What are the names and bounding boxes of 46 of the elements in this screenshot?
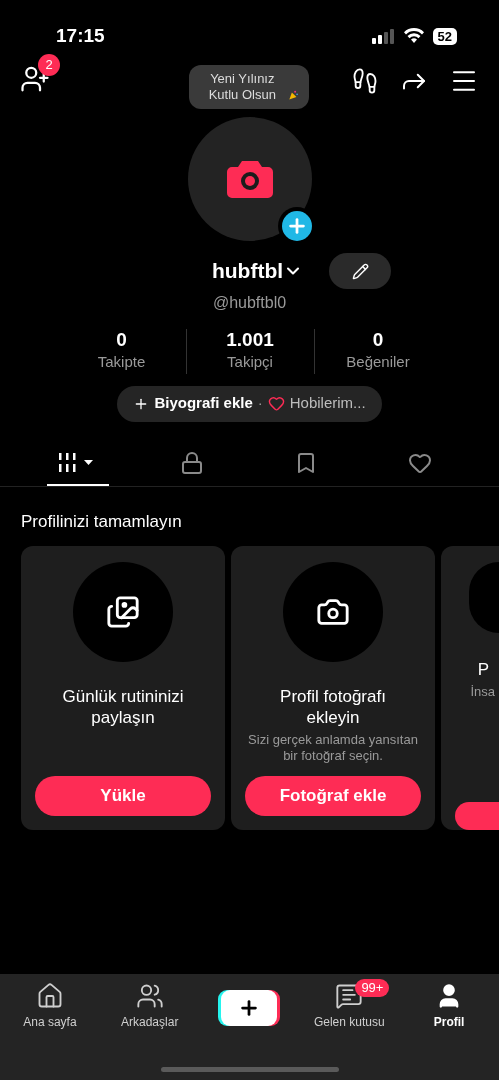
nav-item[interactable]: Arkadaşlar — [99, 982, 200, 1031]
footprints-icon[interactable] — [351, 67, 379, 95]
profile-handle: @hubftbl0 — [211, 293, 288, 313]
notification-badge: 99+ — [355, 979, 390, 997]
camera-icon — [225, 159, 274, 199]
stat-value: 0 — [372, 329, 384, 351]
nav-label: Profil — [433, 1014, 465, 1031]
nav-label: Arkadaşlar — [121, 1014, 179, 1031]
heart-icon — [267, 395, 285, 412]
lock-icon — [180, 450, 204, 475]
bio-button[interactable]: Biyografi ekle · Hobilerim... — [117, 385, 382, 422]
separator-dot: · — [257, 393, 263, 414]
add-bio-label: Biyografi ekle — [154, 393, 253, 414]
create-button[interactable] — [221, 990, 278, 1026]
nav-item[interactable]: Profil — [399, 982, 499, 1031]
card-title: Profil fotoğrafı ekleyin — [279, 686, 387, 728]
status-time: 17:15 — [56, 23, 105, 48]
nav-label: Gelen kutusu — [313, 1014, 385, 1031]
stat-label: Beğeniler — [346, 352, 410, 372]
card-action-button[interactable] — [455, 801, 499, 830]
card-action-button[interactable]: Fotoğraf ekle — [245, 776, 421, 816]
nav-label: Ana sayfa — [23, 1014, 77, 1031]
card-title: P — [477, 658, 490, 681]
friends-icon — [135, 982, 164, 1010]
stat-label: Takipçi — [227, 352, 273, 372]
card-description: Sizi gerçek anlamda yansıtan bir fotoğraf seçin. — [247, 732, 419, 764]
stat-value: 0 — [116, 329, 127, 351]
stat-value: 1.001 — [226, 329, 274, 351]
wifi-icon — [402, 28, 425, 44]
hobbies-label: Hobilerim... — [289, 393, 366, 414]
stat-label: Takipte — [97, 352, 146, 372]
battery-indicator: 52 — [432, 27, 457, 45]
photos-icon — [106, 595, 140, 629]
signal-icon — [370, 28, 395, 44]
pencil-icon — [351, 262, 369, 280]
nav-item[interactable]: Ana sayfa — [0, 982, 100, 1031]
card-action-button[interactable]: Yükle — [35, 776, 211, 816]
notification-badge: 2 — [38, 54, 60, 76]
inbox-icon — [335, 982, 364, 1010]
section-title: Profilinizi tamamlayın — [20, 510, 183, 533]
nav-item[interactable]: 99+ Gelen kutusu — [299, 982, 400, 1031]
profile-name: hubftbl — [211, 258, 284, 285]
card-title: Günlük rutininizi paylaşın — [61, 686, 185, 728]
greeting-text: Yeni Yılınız Kutlu Olsun — [207, 71, 277, 103]
edit-profile-button[interactable] — [329, 253, 392, 289]
card-description: İnsa — [470, 683, 496, 702]
